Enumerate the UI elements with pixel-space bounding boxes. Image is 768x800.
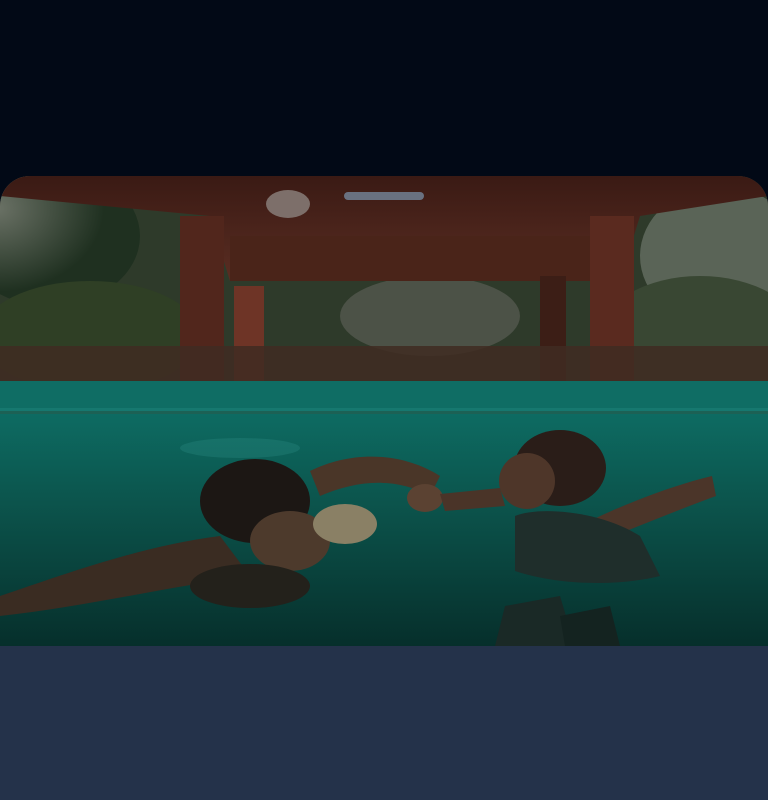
bottom-sheet bbox=[0, 176, 768, 800]
screen bbox=[0, 0, 768, 800]
drag-handle[interactable] bbox=[344, 192, 424, 200]
sheet-content-area bbox=[0, 646, 768, 800]
photo-illustration bbox=[0, 176, 768, 646]
hero-image bbox=[0, 176, 768, 646]
dimmed-backdrop[interactable] bbox=[0, 0, 768, 176]
